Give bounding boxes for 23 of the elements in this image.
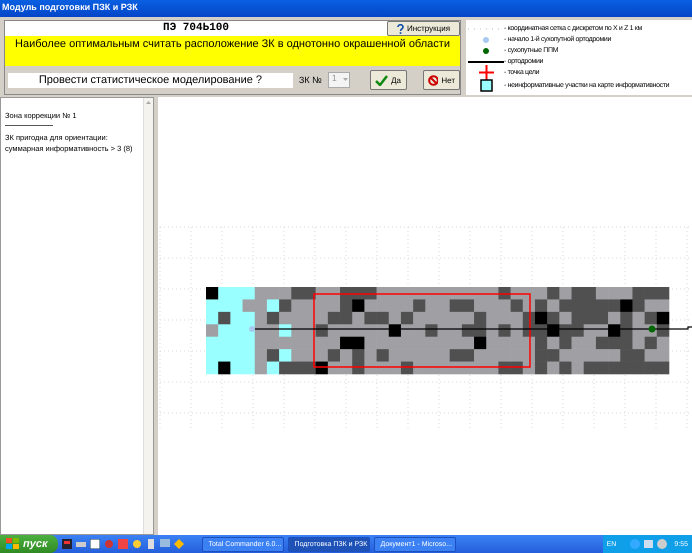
window-title: Модуль подготовки ПЗК и РЗК (0, 0, 692, 17)
dot-icon (483, 36, 489, 42)
windows-logo-icon (6, 538, 20, 550)
line-icon (468, 60, 504, 62)
code-label: ПЭ 704Ь100 (162, 21, 230, 36)
message-banner: Наиболее оптимальным считать расположение ЗК в однотонно окрашенной области (5, 36, 460, 66)
yes-button[interactable]: Да (370, 70, 408, 90)
no-button[interactable]: Нет (423, 70, 460, 90)
prohibited-icon (428, 74, 438, 86)
square-icon (480, 79, 492, 92)
help-icon (396, 24, 404, 34)
app-icon[interactable] (90, 539, 100, 549)
start-button[interactable]: пуск (0, 535, 58, 553)
start-point (249, 326, 255, 332)
tray-icons[interactable] (629, 538, 670, 550)
scrollbar[interactable] (143, 98, 153, 534)
dot-icon (483, 48, 489, 54)
ppm-point (648, 326, 656, 332)
help-button[interactable]: Инструкция (387, 21, 460, 36)
check-icon (375, 74, 388, 86)
cross-icon (478, 65, 494, 80)
question-label: Провести статистическое моделирование ? (8, 72, 293, 88)
zk-label: ЗК № (298, 75, 322, 85)
